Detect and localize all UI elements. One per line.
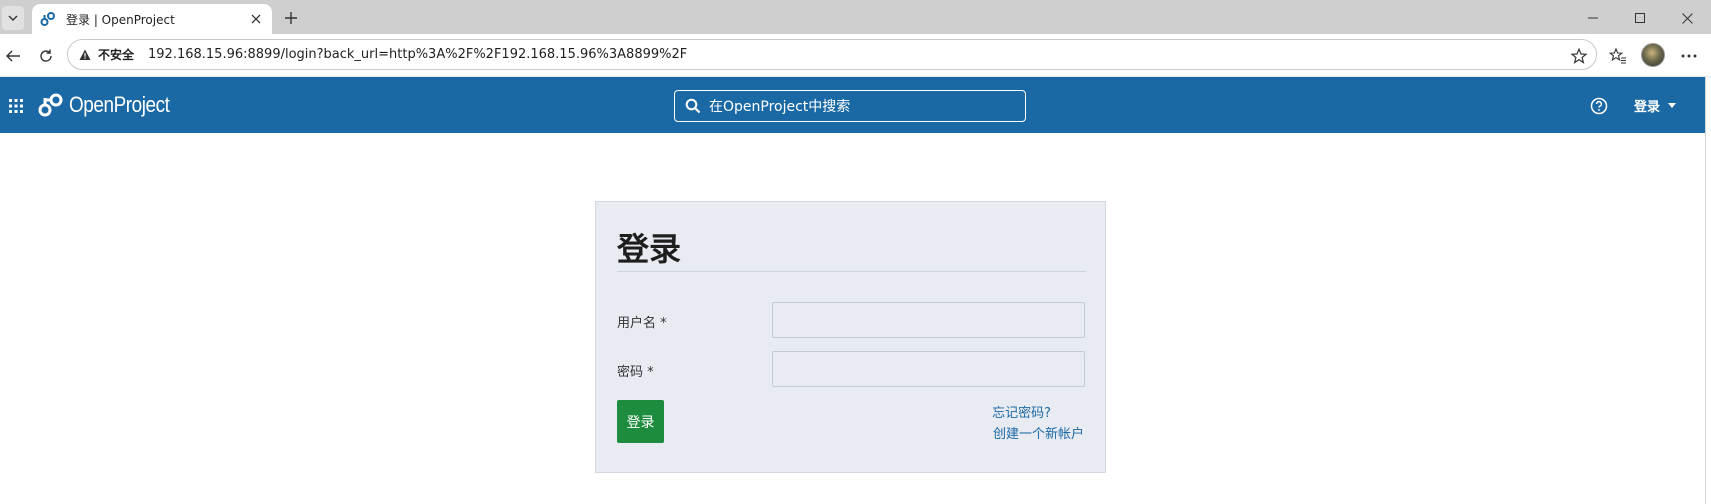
search-placeholder: 在OpenProject中搜索 [709, 99, 851, 115]
password-label: 密码 * [617, 365, 654, 380]
password-field[interactable] [772, 351, 1085, 387]
maximize-button[interactable] [1620, 5, 1660, 31]
more-icon[interactable] [1678, 45, 1700, 67]
caret-down-icon [1668, 102, 1677, 108]
page-scrollbar[interactable] [1705, 77, 1711, 504]
help-icon[interactable] [1590, 97, 1608, 115]
close-window-icon [1681, 12, 1693, 24]
url-text[interactable]: 192.168.15.96:8899/login?back_url=http%3… [148, 47, 687, 62]
browser-toolbar: 不安全 192.168.15.96:8899/login?back_url=ht… [0, 34, 1711, 77]
logo-text: OpenProject [69, 92, 170, 117]
search-icon [685, 98, 701, 114]
back-button[interactable] [0, 43, 26, 69]
back-arrow-icon [6, 50, 20, 62]
maximize-icon [1635, 13, 1645, 23]
browser-tab-active[interactable]: 登录 | OpenProject [32, 4, 272, 34]
openproject-logo[interactable]: OpenProject [38, 91, 186, 119]
openproject-favicon-icon [40, 11, 56, 27]
search-input[interactable]: 在OpenProject中搜索 [674, 90, 1026, 122]
reload-icon [40, 49, 52, 62]
tab-search-icon [8, 15, 18, 21]
forgot-password-link[interactable]: 忘记密码? [992, 402, 1051, 421]
tab-search-button[interactable] [2, 6, 24, 30]
minimize-icon [1588, 17, 1598, 19]
title-divider [617, 271, 1086, 272]
login-menu-label: 登录 [1634, 99, 1661, 115]
security-label[interactable]: 不安全 [98, 46, 134, 63]
register-link[interactable]: 创建一个新帐户 [993, 423, 1084, 442]
warning-icon[interactable] [78, 48, 92, 62]
star-icon[interactable] [1570, 47, 1588, 65]
openproject-logo-icon [38, 93, 63, 117]
avatar[interactable] [1641, 43, 1665, 67]
reload-button[interactable] [33, 43, 59, 69]
close-window-button[interactable] [1667, 5, 1707, 31]
browser-tab-strip: 登录 | OpenProject [0, 0, 1711, 34]
tab-title: 登录 | OpenProject [66, 12, 175, 27]
address-bar[interactable]: 不安全 192.168.15.96:8899/login?back_url=ht… [67, 39, 1597, 70]
grid-menu-icon[interactable] [8, 98, 24, 114]
username-field[interactable] [772, 302, 1085, 338]
new-tab-button[interactable] [280, 7, 302, 29]
close-icon[interactable] [248, 11, 264, 27]
login-submit-button[interactable]: 登录 [617, 400, 664, 443]
username-label: 用户名 * [617, 316, 667, 331]
login-form: 登录 用户名 * 密码 * 登录 忘记密码? 创建一个新帐户 [595, 201, 1106, 473]
page-title: 登录 [617, 230, 682, 268]
login-menu-button[interactable]: 登录 [1634, 94, 1677, 116]
favorites-icon[interactable] [1607, 45, 1629, 67]
openproject-header: OpenProject 在OpenProject中搜索 登录 [0, 77, 1705, 133]
plus-icon [285, 12, 297, 24]
minimize-button[interactable] [1573, 5, 1613, 31]
